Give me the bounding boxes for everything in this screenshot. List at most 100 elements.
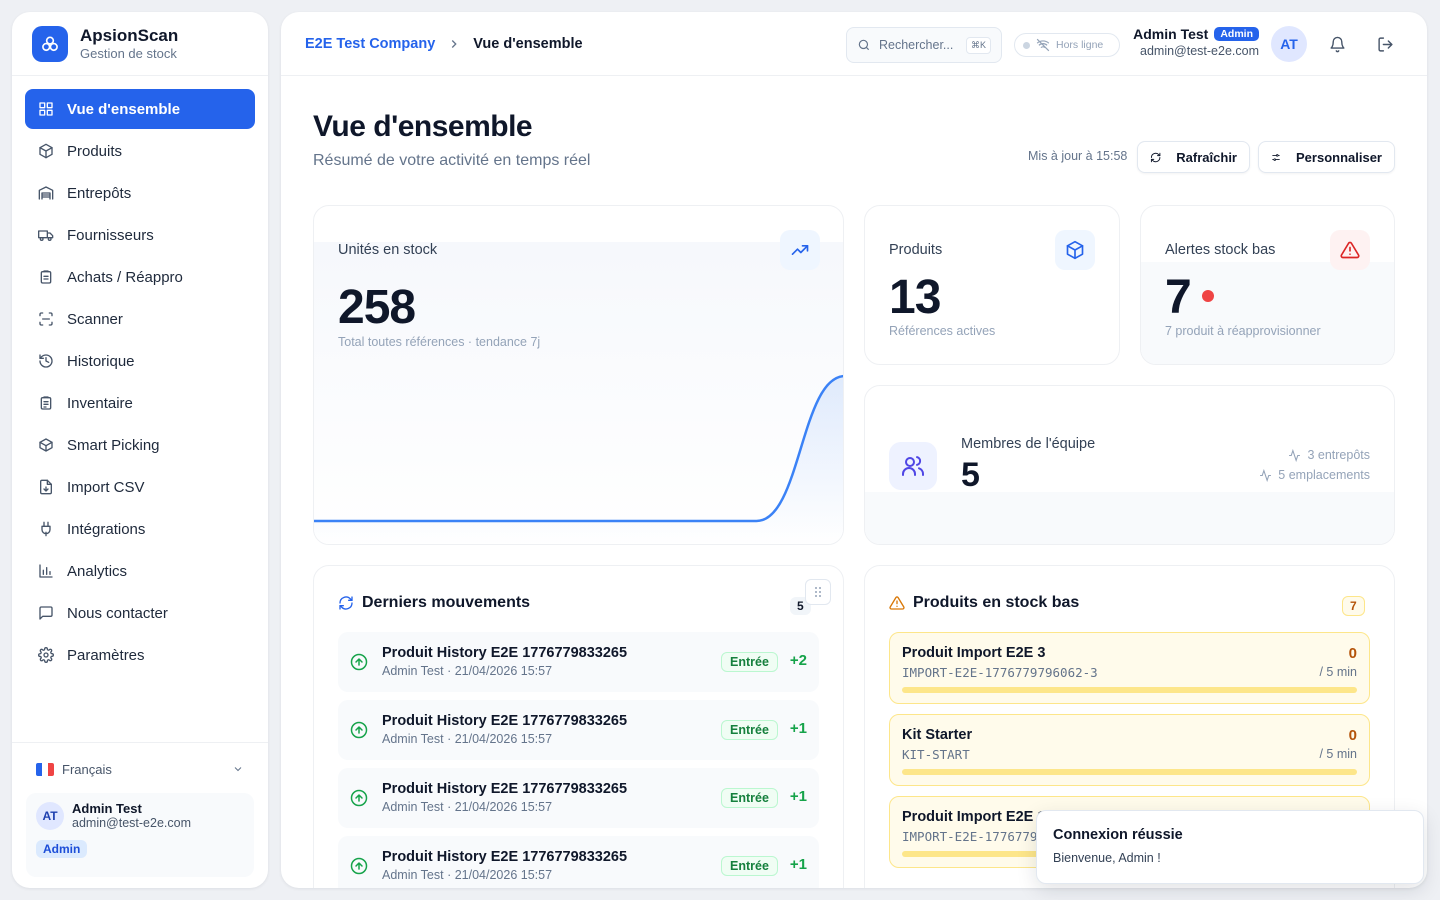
customize-label: Personnaliser bbox=[1296, 149, 1382, 165]
topbar-avatar[interactable]: AT bbox=[1271, 26, 1307, 62]
avatar: AT bbox=[36, 801, 64, 830]
search-input[interactable]: Rechercher... ⌘K bbox=[846, 27, 1002, 63]
low-stock-row[interactable]: Produit Import E2E 3 IMPORT-E2E-177677979… bbox=[889, 632, 1370, 704]
login-success-toast[interactable]: Connexion réussie Bienvenue, Admin ! bbox=[1036, 810, 1424, 884]
sidebar-item-analytics[interactable]: Analytics bbox=[25, 551, 255, 591]
sidebar-item-label: Analytics bbox=[67, 562, 128, 580]
refresh-icon bbox=[1150, 152, 1161, 162]
clipboard-icon bbox=[38, 269, 54, 285]
truck-icon bbox=[38, 227, 54, 243]
movement-type-badge: Entrée bbox=[721, 652, 778, 672]
locations-stat: 5 emplacements bbox=[1259, 468, 1370, 482]
sidebar-item-scanner[interactable]: Scanner bbox=[25, 299, 255, 339]
sidebar-user-card[interactable]: AT Admin Test admin@test-e2e.com Admin bbox=[26, 793, 254, 877]
units-note: Total toutes références · tendance 7j bbox=[338, 335, 541, 349]
status-dot bbox=[1023, 41, 1030, 49]
sidebar-item-vue-d-ensemble[interactable]: Vue d'ensemble bbox=[25, 89, 255, 129]
refresh-label: Rafraîchir bbox=[1176, 149, 1237, 165]
warehouse-icon bbox=[38, 185, 54, 201]
movement-type-badge: Entrée bbox=[721, 788, 778, 808]
sidebar-item-fournisseurs[interactable]: Fournisseurs bbox=[25, 215, 255, 255]
bell-icon[interactable] bbox=[1327, 34, 1347, 54]
low-stock-product-name: Produit Import E2E 3 bbox=[902, 645, 1046, 661]
movement-quantity: +1 bbox=[789, 856, 807, 873]
breadcrumb-current: Vue d'ensemble bbox=[473, 35, 583, 52]
low-stock-alerts-card[interactable]: Alertes stock bas 7 7 produit à réapprov… bbox=[1140, 205, 1395, 365]
customize-button[interactable]: Personnaliser bbox=[1258, 141, 1395, 173]
arrow-up-circle-icon bbox=[350, 653, 368, 671]
activity-icon bbox=[1289, 448, 1301, 462]
arrow-up-circle-icon bbox=[350, 721, 368, 739]
sidebar-item-import-csv[interactable]: Import CSV bbox=[25, 467, 255, 507]
stock-level-bar bbox=[902, 687, 1357, 693]
low-stock-product-name: Kit Starter bbox=[902, 727, 973, 743]
movement-row[interactable]: Produit History E2E 1776779833265 Admin T… bbox=[338, 836, 819, 888]
french-flag-icon bbox=[36, 762, 54, 776]
sidebar-item-label: Inventaire bbox=[67, 394, 133, 412]
alerts-value: 7 bbox=[1165, 271, 1192, 324]
clipboard-list-icon bbox=[38, 395, 54, 411]
team-label: Membres de l'équipe bbox=[961, 436, 1096, 452]
sidebar-item-produits[interactable]: Produits bbox=[25, 131, 255, 171]
movement-quantity: +1 bbox=[789, 720, 807, 737]
movement-type-badge: Entrée bbox=[721, 856, 778, 876]
drag-handle-icon[interactable] bbox=[805, 579, 831, 605]
sidebar-item-integrations[interactable]: Intégrations bbox=[25, 509, 255, 549]
sidebar-item-achats-reappro[interactable]: Achats / Réappro bbox=[25, 257, 255, 297]
users-icon bbox=[889, 442, 937, 490]
sidebar-item-label: Scanner bbox=[67, 310, 123, 328]
team-card[interactable]: Membres de l'équipe 5 3 entrepôts 5 empl… bbox=[864, 385, 1395, 545]
app-name: ApsionScan bbox=[80, 25, 179, 45]
sidebar-item-nous-contacter[interactable]: Nous contacter bbox=[25, 593, 255, 633]
language-selector[interactable]: Français bbox=[26, 755, 254, 783]
sidebar-item-inventaire[interactable]: Inventaire bbox=[25, 383, 255, 423]
movement-product: Produit History E2E 1776779833265 bbox=[382, 713, 628, 729]
role-badge: Admin bbox=[36, 840, 88, 858]
low-stock-row[interactable]: Kit Starter KIT-START 0 / 5 min bbox=[889, 714, 1370, 786]
alerts-label: Alertes stock bas bbox=[1165, 242, 1276, 258]
low-stock-sku: IMPORT-E2E-1776779796062-3 bbox=[902, 665, 1098, 680]
low-stock-quantity: 0 bbox=[1348, 645, 1357, 662]
units-stock-card[interactable]: Unités en stock 258 Total toutes référen… bbox=[313, 205, 844, 545]
sidebar-item-smart-picking[interactable]: Smart Picking bbox=[25, 425, 255, 465]
movement-quantity: +1 bbox=[789, 788, 807, 805]
movement-row[interactable]: Produit History E2E 1776779833265 Admin T… bbox=[338, 700, 819, 760]
products-card[interactable]: Produits 13 Références actives bbox=[864, 205, 1120, 365]
connection-status: Hors ligne bbox=[1014, 33, 1120, 57]
low-stock-product-name: Produit Import E2E 1 bbox=[902, 809, 1046, 825]
logout-icon[interactable] bbox=[1375, 34, 1395, 54]
sidebar-item-label: Smart Picking bbox=[67, 436, 160, 454]
trend-line bbox=[314, 375, 843, 523]
sidebar-item-entrepots[interactable]: Entrepôts bbox=[25, 173, 255, 213]
movements-title: Derniers mouvements bbox=[338, 594, 530, 612]
low-stock-minimum: / 5 min bbox=[1319, 747, 1357, 761]
movement-meta: Admin Test · 21/04/2026 15:57 bbox=[382, 868, 553, 882]
bar-chart-icon bbox=[38, 563, 54, 579]
trending-up-icon bbox=[780, 230, 820, 270]
sidebar-item-label: Produits bbox=[67, 142, 123, 160]
sidebar-item-label: Fournisseurs bbox=[67, 226, 154, 244]
sidebar-item-label: Paramètres bbox=[67, 646, 145, 664]
plug-icon bbox=[38, 521, 54, 537]
low-stock-quantity: 0 bbox=[1348, 727, 1357, 744]
movement-row[interactable]: Produit History E2E 1776779833265 Admin T… bbox=[338, 768, 819, 828]
low-stock-title: Produits en stock bas bbox=[889, 594, 1079, 612]
movement-quantity: +2 bbox=[789, 652, 807, 669]
layout-grid-icon bbox=[38, 101, 54, 117]
user-email: admin@test-e2e.com bbox=[72, 816, 191, 830]
brand[interactable]: ApsionScan Gestion de stock bbox=[12, 12, 268, 76]
breadcrumb-company-link[interactable]: E2E Test Company bbox=[305, 36, 435, 52]
settings-icon bbox=[38, 647, 54, 663]
topbar-user[interactable]: Admin Test Admin admin@test-e2e.com bbox=[1131, 26, 1259, 58]
sidebar-item-historique[interactable]: Historique bbox=[25, 341, 255, 381]
page-title: Vue d'ensemble bbox=[313, 110, 533, 143]
activity-icon bbox=[1260, 468, 1272, 482]
main-panel: E2E Test Company Vue d'ensemble Recherch… bbox=[281, 12, 1427, 888]
search-shortcut: ⌘K bbox=[965, 36, 991, 54]
sidebar-item-parametres[interactable]: Paramètres bbox=[25, 635, 255, 675]
chevron-right-icon bbox=[447, 37, 461, 51]
movement-product: Produit History E2E 1776779833265 bbox=[382, 849, 628, 865]
refresh-button[interactable]: Rafraîchir bbox=[1137, 141, 1250, 173]
movement-row[interactable]: Produit History E2E 1776779833265 Admin T… bbox=[338, 632, 819, 692]
units-label: Unités en stock bbox=[338, 242, 438, 258]
